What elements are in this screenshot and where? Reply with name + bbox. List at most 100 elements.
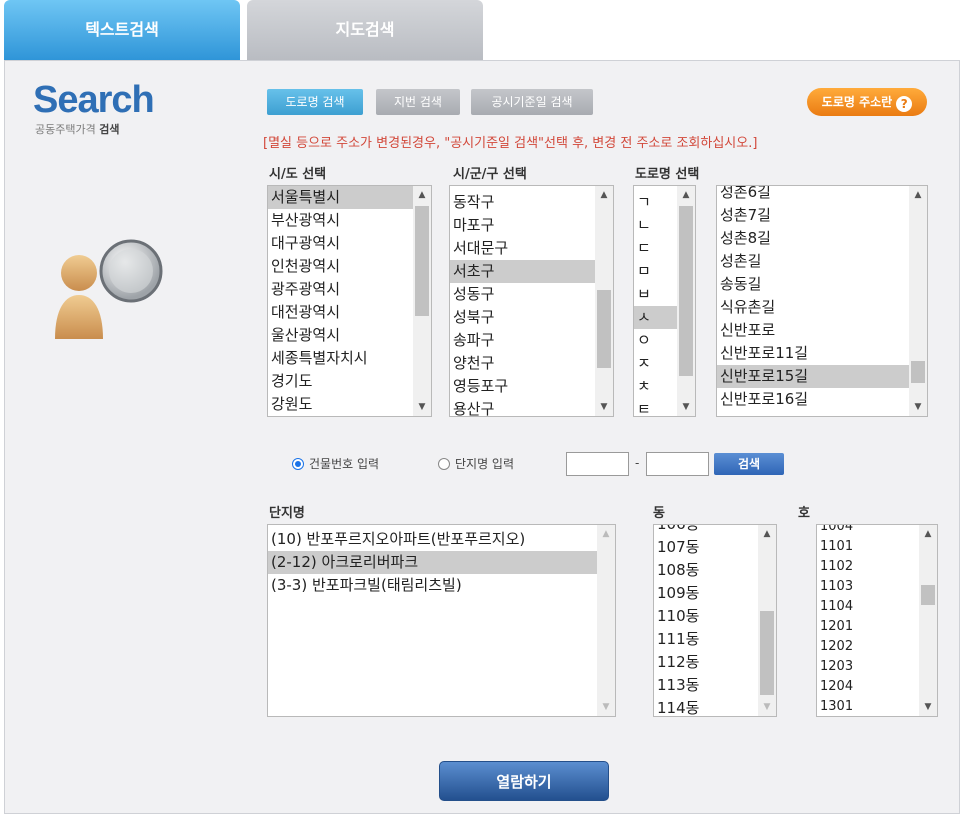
list-item[interactable]: 성촌8길	[717, 227, 909, 250]
list-item[interactable]: (3-3) 반포파크빌(태림리츠빌)	[268, 574, 597, 597]
tab-map-search[interactable]: 지도검색	[247, 0, 483, 60]
notice-date-search-button[interactable]: 공시기준일 검색	[471, 89, 593, 115]
list-item[interactable]: 서초구	[450, 260, 595, 283]
list-item[interactable]: 서울특별시	[268, 186, 413, 209]
scroll-up-icon[interactable]: ▲	[677, 186, 695, 204]
list-item[interactable]: 양천구	[450, 352, 595, 375]
list-item[interactable]: 신반포로15길	[717, 365, 909, 388]
scroll-down-icon[interactable]: ▼	[413, 398, 431, 416]
scroll-down-icon[interactable]: ▼	[677, 398, 695, 416]
search-button[interactable]: 검색	[714, 453, 784, 475]
sigungu-scrollbar[interactable]: ▲ ▼	[595, 186, 613, 416]
scroll-down-icon[interactable]: ▼	[919, 698, 937, 716]
list-item[interactable]: 경기도	[268, 370, 413, 393]
list-item[interactable]: ㅊ	[634, 375, 677, 398]
list-item[interactable]: 1101	[817, 537, 919, 557]
list-item[interactable]: 108동	[654, 559, 758, 582]
list-item[interactable]: 1103	[817, 577, 919, 597]
view-button[interactable]: 열람하기	[439, 761, 609, 801]
scroll-up-icon[interactable]: ▲	[758, 525, 776, 543]
list-item[interactable]: 신반포로16길	[717, 388, 909, 411]
scroll-down-icon[interactable]: ▼	[597, 698, 615, 716]
road-name-listbox[interactable]: 성촌6길 성촌7길 성촌8길 성촌길 송동길 식유촌길 신반포로 신반포로11길 신반포로15길…	[716, 185, 928, 417]
list-item[interactable]: 성촌6길	[717, 186, 909, 204]
lot-search-button[interactable]: 지번 검색	[376, 89, 460, 115]
building-number-radio[interactable]: 건물번호 입력	[292, 455, 379, 472]
scroll-up-icon[interactable]: ▲	[413, 186, 431, 204]
list-item[interactable]: 용산구	[450, 398, 595, 416]
complex-listbox[interactable]: (10) 반포푸르지오아파트(반포푸르지오) (2-12) 아크로리버파크 (3-3…	[267, 524, 616, 717]
scroll-up-icon[interactable]: ▲	[919, 525, 937, 543]
list-item[interactable]: ㅈ	[634, 352, 677, 375]
list-item[interactable]: 성촌7길	[717, 204, 909, 227]
list-item[interactable]: 성동구	[450, 283, 595, 306]
list-item[interactable]: 마포구	[450, 214, 595, 237]
dong-scrollbar[interactable]: ▲ ▼	[758, 525, 776, 716]
list-item[interactable]: 강원도	[268, 393, 413, 416]
scroll-down-icon[interactable]: ▼	[758, 698, 776, 716]
scroll-up-icon[interactable]: ▲	[595, 186, 613, 204]
scroll-thumb[interactable]	[415, 206, 429, 316]
list-item[interactable]: 1301	[817, 697, 919, 716]
list-item[interactable]: ㅂ	[634, 283, 677, 306]
list-item[interactable]: 세종특별자치시	[268, 347, 413, 370]
dong-listbox[interactable]: 106동 107동 108동 109동 110동 111동 112동 113동 114동 ▲ ▼	[653, 524, 777, 717]
list-item[interactable]: ㅌ	[634, 398, 677, 416]
list-item[interactable]: 동작구	[450, 191, 595, 214]
scroll-thumb[interactable]	[597, 290, 611, 368]
list-item[interactable]: ㄷ	[634, 237, 677, 260]
list-item[interactable]: 인천광역시	[268, 255, 413, 278]
list-item[interactable]: 성북구	[450, 306, 595, 329]
road-scrollbar[interactable]: ▲ ▼	[909, 186, 927, 416]
scroll-down-icon[interactable]: ▼	[909, 398, 927, 416]
list-item[interactable]: 1203	[817, 657, 919, 677]
list-item[interactable]: 111동	[654, 628, 758, 651]
list-item[interactable]: ㄴ	[634, 214, 677, 237]
scroll-up-icon[interactable]: ▲	[909, 186, 927, 204]
list-item[interactable]: 114동	[654, 697, 758, 716]
list-item[interactable]: ㅅ	[634, 306, 677, 329]
complex-name-radio[interactable]: 단지명 입력	[438, 455, 514, 472]
ho-listbox[interactable]: 1004 1101 1102 1103 1104 1201 1202 1203 1204 1301…	[816, 524, 938, 717]
list-item[interactable]: 식유촌길	[717, 296, 909, 319]
initial-scrollbar[interactable]: ▲ ▼	[677, 186, 695, 416]
list-item[interactable]: 1202	[817, 637, 919, 657]
list-item[interactable]: 대전광역시	[268, 301, 413, 324]
list-item[interactable]: 1204	[817, 677, 919, 697]
scroll-thumb[interactable]	[760, 611, 774, 695]
ho-scrollbar[interactable]: ▲ ▼	[919, 525, 937, 716]
building-number-sub-input[interactable]	[646, 452, 709, 476]
sido-scrollbar[interactable]: ▲ ▼	[413, 186, 431, 416]
list-item[interactable]: 광주광역시	[268, 278, 413, 301]
list-item[interactable]: 110동	[654, 605, 758, 628]
list-item[interactable]: 107동	[654, 536, 758, 559]
list-item[interactable]: 울산광역시	[268, 324, 413, 347]
list-item[interactable]: 1201	[817, 617, 919, 637]
scroll-thumb[interactable]	[911, 361, 925, 383]
list-item[interactable]: 부산광역시	[268, 209, 413, 232]
scroll-thumb[interactable]	[921, 585, 935, 605]
building-number-main-input[interactable]	[566, 452, 629, 476]
list-item[interactable]: 성촌길	[717, 250, 909, 273]
complex-scrollbar[interactable]: ▲ ▼	[597, 525, 615, 716]
list-item[interactable]: 1004	[817, 525, 919, 537]
road-search-button[interactable]: 도로명 검색	[267, 89, 363, 115]
scroll-down-icon[interactable]: ▼	[595, 398, 613, 416]
radio-selected-icon[interactable]	[292, 458, 304, 470]
list-item[interactable]: 1102	[817, 557, 919, 577]
sido-listbox[interactable]: 서울특별시 부산광역시 대구광역시 인천광역시 광주광역시 대전광역시 울산광역시 세종특별자…	[267, 185, 432, 417]
road-address-help-button[interactable]: 도로명 주소란?	[807, 88, 927, 116]
list-item[interactable]: 송동길	[717, 273, 909, 296]
list-item[interactable]: 영등포구	[450, 375, 595, 398]
initial-consonant-listbox[interactable]: ㄱㄴㄷㅁㅂㅅㅇㅈㅊㅌ ▲ ▼	[633, 185, 696, 417]
list-item[interactable]: 109동	[654, 582, 758, 605]
list-item[interactable]: 106동	[654, 525, 758, 536]
list-item[interactable]: 서대문구	[450, 237, 595, 260]
list-item[interactable]: 신반포로11길	[717, 342, 909, 365]
list-item[interactable]: ㅁ	[634, 260, 677, 283]
scroll-up-icon[interactable]: ▲	[597, 525, 615, 543]
list-item[interactable]: 113동	[654, 674, 758, 697]
list-item[interactable]: 송파구	[450, 329, 595, 352]
radio-unselected-icon[interactable]	[438, 458, 450, 470]
list-item[interactable]: 1104	[817, 597, 919, 617]
